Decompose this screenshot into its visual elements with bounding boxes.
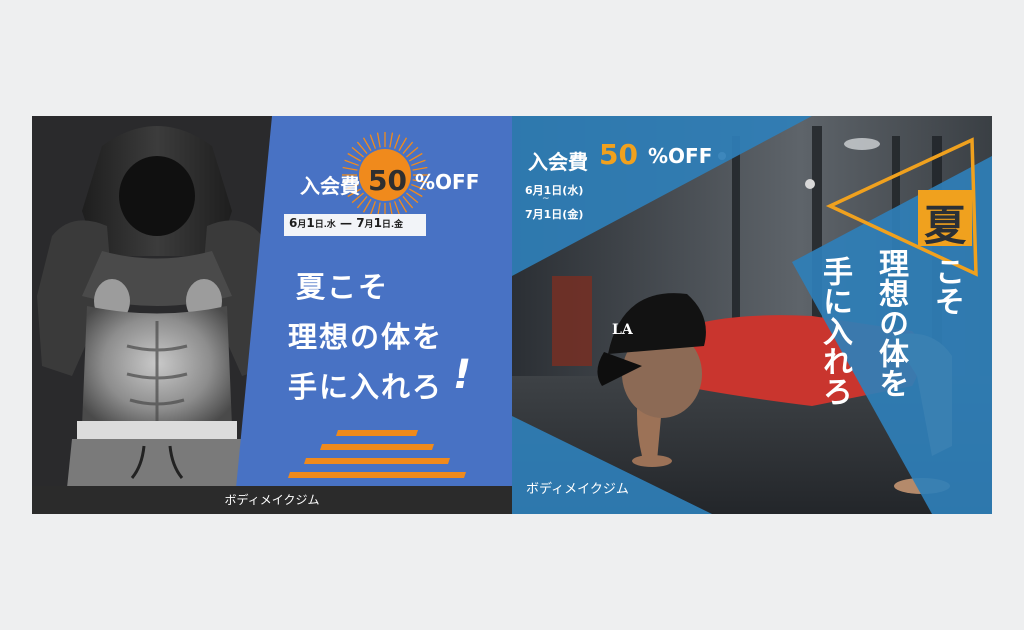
- gym-brand-name: ボディメイクジム: [526, 482, 629, 497]
- headline-col-1: こそ: [929, 256, 964, 316]
- orange-stripes: [288, 430, 466, 478]
- discount-suffix: %OFF: [648, 144, 713, 168]
- period-start: 6月1日(水): [525, 184, 584, 197]
- headline-col-3: 手に入れろ: [817, 256, 852, 406]
- period-end: 7月1日(金): [525, 208, 584, 221]
- banner-left: 入会費 50 %OFF 6月1日.水 — 7月1日.金 夏こそ 理想の体を 手に…: [32, 116, 512, 514]
- discount-number: 50: [599, 138, 638, 171]
- teal-overlay-shapes: [512, 116, 992, 514]
- gym-brand-name: ボディメイクジム: [224, 493, 320, 507]
- period-tilde: ~: [542, 194, 550, 204]
- banner-right: LA 入会費 50 %OFF 6月1日(水) ~ 7月1日(金) 夏 こそ 理想…: [512, 116, 992, 514]
- summer-char: 夏: [923, 201, 966, 250]
- entry-fee-label: 入会費: [528, 150, 588, 174]
- headline-col-2: 理想の体を: [873, 248, 908, 398]
